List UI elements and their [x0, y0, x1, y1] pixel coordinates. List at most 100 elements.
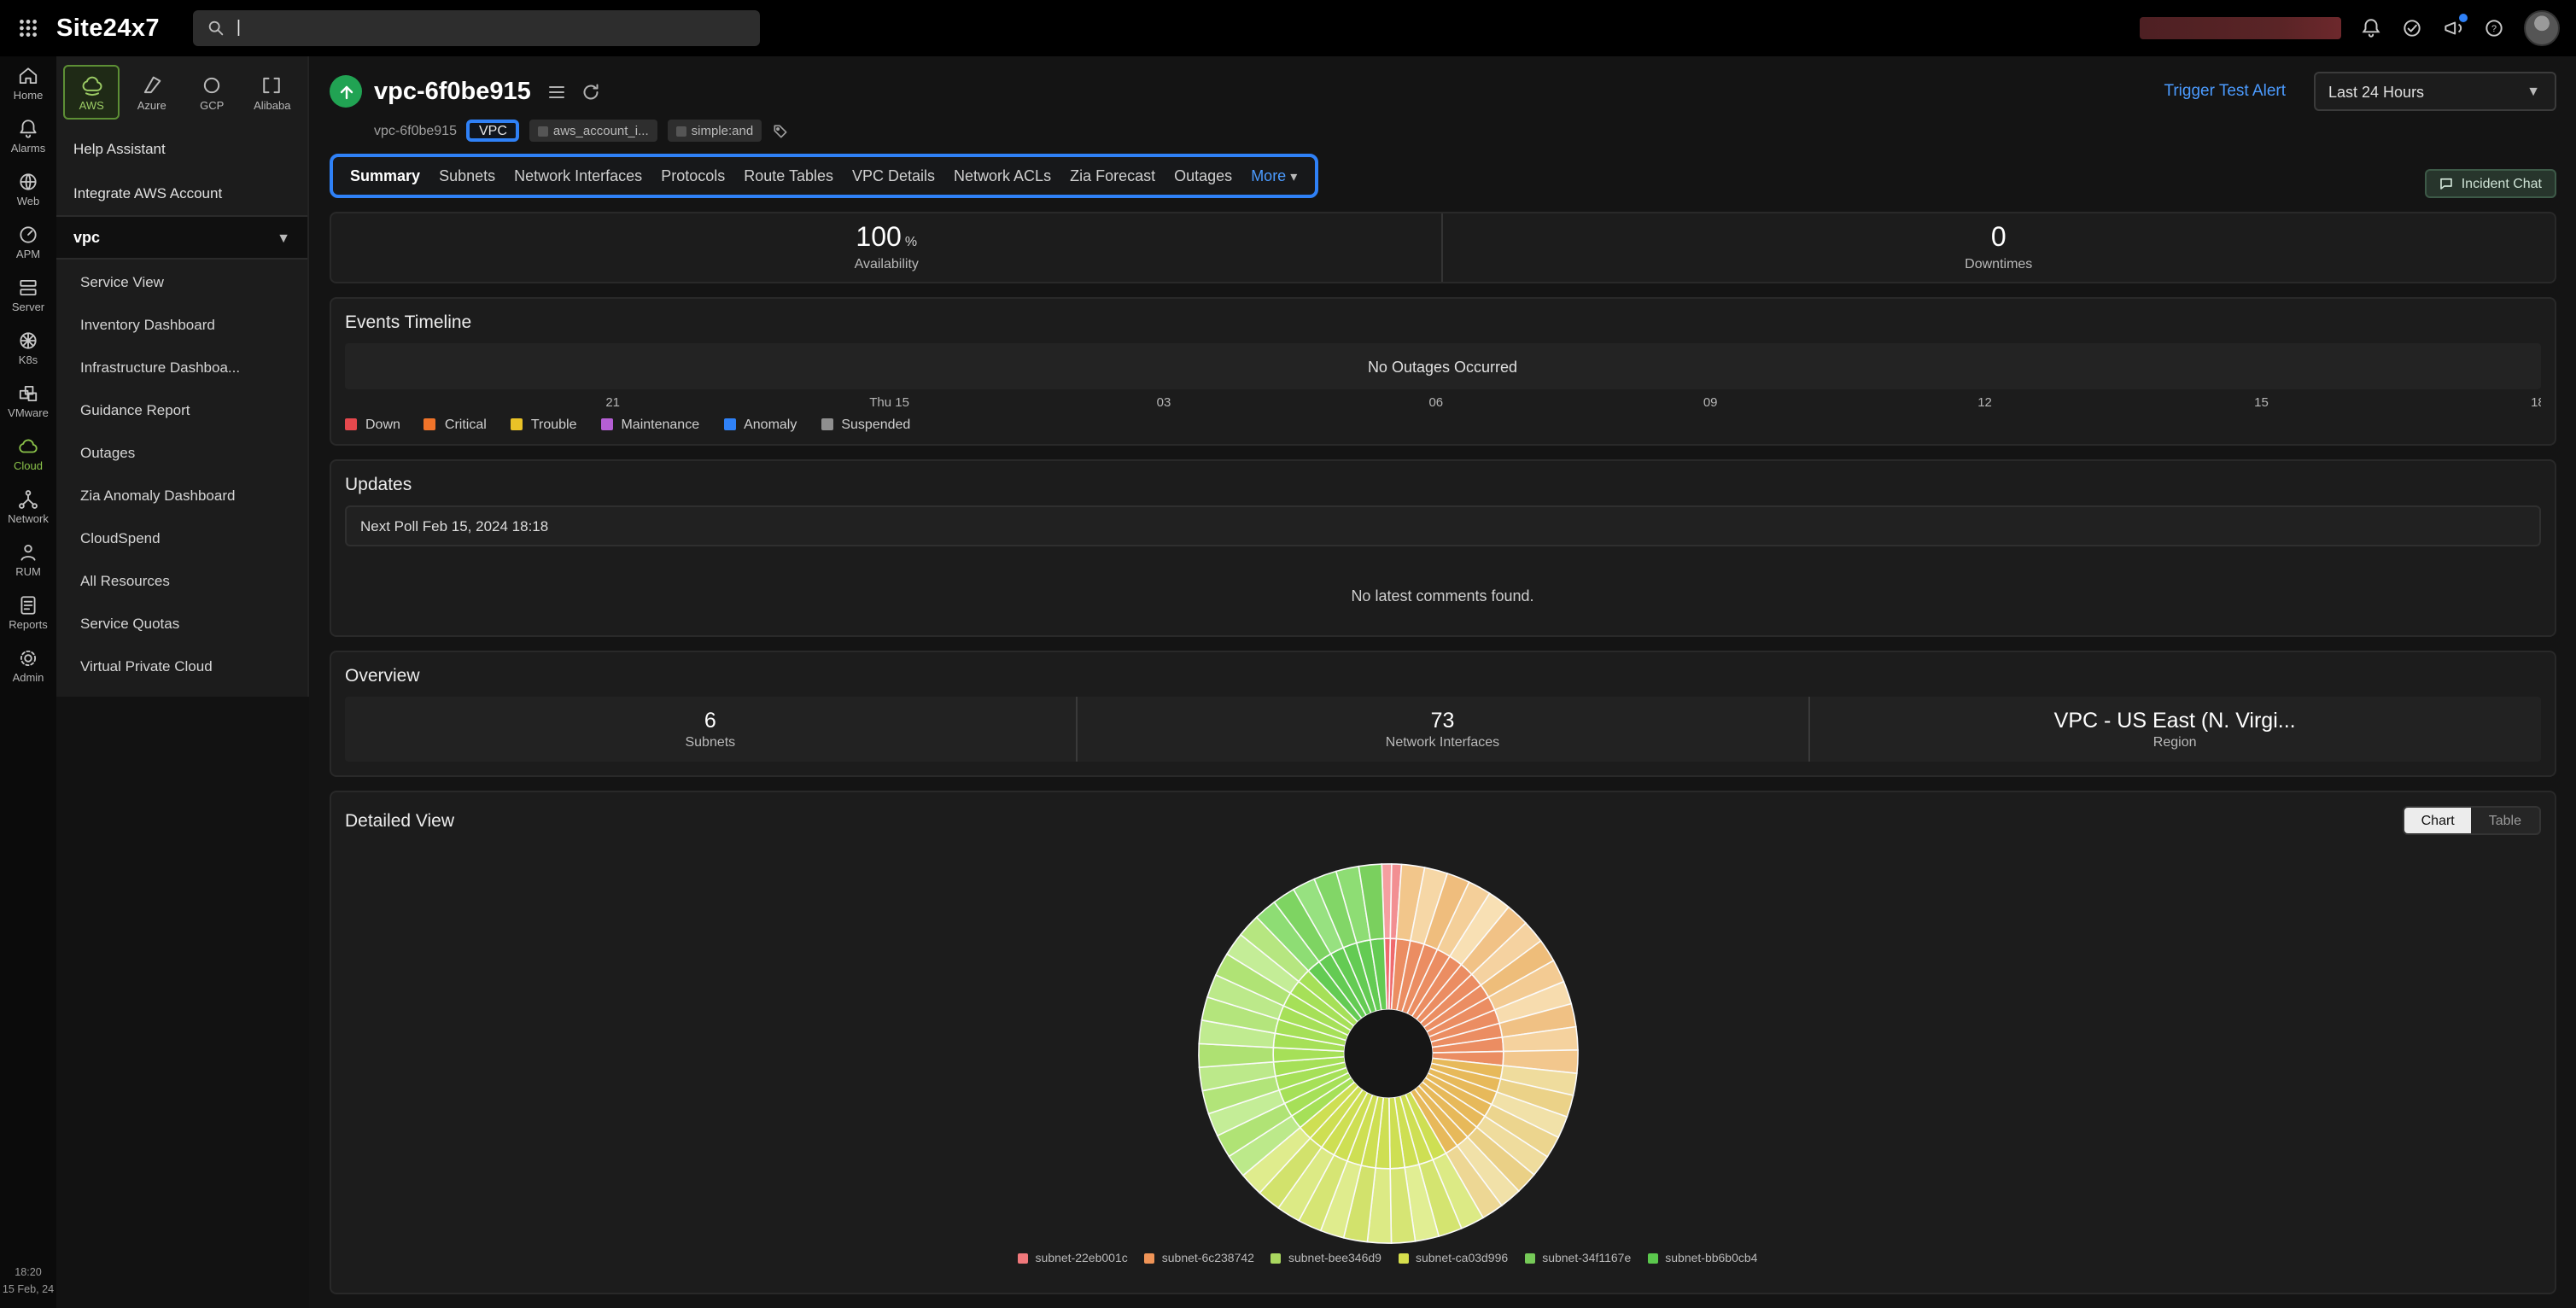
tag-chip[interactable]: aws_account_i... — [529, 120, 657, 142]
section-title: Overview — [345, 666, 420, 686]
toggle-table[interactable]: Table — [2472, 808, 2538, 833]
sunburst-chart[interactable] — [1192, 856, 1585, 1249]
sidebar-item[interactable]: Service View — [56, 260, 307, 302]
tag-chip[interactable]: simple:and — [667, 120, 762, 142]
rail-item-cloud[interactable]: Cloud — [0, 427, 56, 480]
sidebar-item[interactable]: Inventory Dashboard — [56, 302, 307, 345]
tab-network-acls[interactable]: Network ACLs — [954, 167, 1051, 184]
rail-item-alarms[interactable]: Alarms — [0, 109, 56, 162]
announcements-icon[interactable] — [2441, 14, 2467, 39]
legend-item: subnet-34f1167e — [1525, 1253, 1631, 1264]
rail-item-home[interactable]: Home — [0, 56, 56, 109]
rail-item-label: Alarms — [10, 143, 46, 155]
rail-item-network[interactable]: Network — [0, 480, 56, 533]
availability-unit: % — [904, 234, 918, 249]
sidebar-link[interactable]: Help Assistant — [56, 126, 307, 171]
sidebar-item[interactable]: Infrastructure Dashboa... — [56, 345, 307, 388]
sidebar-item[interactable]: Service Quotas — [56, 601, 307, 644]
rail-item-server[interactable]: Server — [0, 268, 56, 321]
axis-tick-label: Thu 15 — [869, 394, 909, 410]
events-timeline-card: Events Timeline No Outages Occurred 21 Th… — [330, 297, 2556, 446]
person-icon — [17, 541, 39, 563]
cloud-icon — [17, 435, 39, 458]
rail-clock: 18:20 15 Feb, 24 — [0, 1265, 56, 1298]
axis-tick-label: 06 — [1428, 394, 1444, 410]
tab-protocols[interactable]: Protocols — [661, 167, 725, 184]
monitor-type-chip[interactable]: VPC — [466, 120, 519, 142]
availability-value: 100 — [856, 224, 902, 253]
tab-vpc-details[interactable]: VPC Details — [852, 167, 935, 184]
globe-icon — [17, 171, 39, 193]
provider-tab-alibaba[interactable]: Alibaba — [244, 65, 301, 120]
breadcrumb[interactable]: vpc-6f0be915 — [374, 123, 457, 138]
toggle-chart[interactable]: Chart — [2404, 808, 2472, 833]
sidebar-item[interactable]: Outages — [56, 430, 307, 473]
tag-icon[interactable] — [772, 122, 789, 139]
legend-swatch — [723, 418, 736, 430]
refresh-icon[interactable] — [581, 81, 601, 102]
rail-item-label: Cloud — [14, 461, 43, 473]
overview-card: Overview 6 Subnets 73 Network Interfaces VPC… — [330, 651, 2556, 777]
global-search-input[interactable]: | — [193, 10, 761, 46]
tab-summary[interactable]: Summary — [350, 167, 420, 184]
sidebar-item[interactable]: CloudSpend — [56, 516, 307, 558]
rail-item-label: APM — [15, 249, 41, 261]
sidebar-item[interactable]: Virtual Private Cloud — [56, 644, 307, 686]
health-status-icon[interactable] — [2400, 17, 2422, 39]
sidebar-link[interactable]: Integrate AWS Account — [56, 171, 307, 215]
legend-item: Critical — [423, 417, 487, 432]
rail-item-web[interactable]: Web — [0, 162, 56, 215]
main-content: vpc-6f0be915 Trigger Test Alert Last 24 … — [309, 56, 2576, 1308]
axis-tick-label: 18 — [2531, 394, 2540, 410]
legend-swatch — [1648, 1253, 1659, 1264]
sidebar-item[interactable]: All Resources — [56, 558, 307, 601]
rail-item-reports[interactable]: Reports — [0, 586, 56, 639]
tab-more[interactable]: More ▾ — [1251, 167, 1297, 184]
tab-zia-forecast[interactable]: Zia Forecast — [1070, 167, 1155, 184]
aws-icon — [79, 73, 103, 97]
help-icon[interactable]: ? — [2482, 17, 2504, 39]
legend-item: Maintenance — [600, 417, 699, 432]
tab-route-tables[interactable]: Route Tables — [744, 167, 833, 184]
tab-network-interfaces[interactable]: Network Interfaces — [514, 167, 642, 184]
hamburger-menu-icon[interactable] — [546, 81, 567, 102]
provider-tab-gcp[interactable]: GCP — [184, 65, 241, 120]
rail-item-k8s[interactable]: K8s — [0, 321, 56, 374]
legend-item: Suspended — [821, 417, 910, 432]
rail-item-rum[interactable]: RUM — [0, 533, 56, 586]
rail-item-label: VMware — [8, 408, 49, 420]
legend-swatch — [1398, 1253, 1409, 1264]
sidebar-item[interactable]: Zia Anomaly Dashboard — [56, 473, 307, 516]
no-comments-text: No latest comments found. — [1351, 587, 1534, 604]
section-title: Updates — [345, 475, 412, 495]
overview-label: Network Interfaces — [1385, 734, 1500, 750]
incident-chat-button[interactable]: Incident Chat — [2425, 169, 2556, 198]
overview-label: Subnets — [685, 734, 736, 750]
trigger-test-alert-link[interactable]: Trigger Test Alert — [2164, 82, 2286, 101]
chevron-down-icon: ▼ — [277, 230, 290, 245]
tab-outages[interactable]: Outages — [1174, 167, 1232, 184]
rail-item-label: RUM — [15, 567, 41, 579]
provider-tab-azure[interactable]: Azure — [124, 65, 181, 120]
monitor-selector-dropdown[interactable]: vpc ▼ — [56, 215, 307, 260]
timeline-band: No Outages Occurred — [345, 343, 2540, 389]
time-range-dropdown[interactable]: Last 24 Hours ▼ — [2313, 72, 2556, 111]
app-grid-icon[interactable] — [17, 17, 39, 39]
k8s-icon — [17, 330, 39, 352]
sidebar-item[interactable]: Guidance Report — [56, 388, 307, 430]
page-title: vpc-6f0be915 — [374, 78, 531, 105]
user-avatar[interactable] — [2523, 10, 2559, 46]
rail-item-admin[interactable]: Admin — [0, 639, 56, 692]
provider-tab-aws[interactable]: AWS — [63, 65, 120, 120]
sunburst-hole — [1343, 1008, 1433, 1097]
cloud-sidebar: AWS Azure GCP Alibaba Help Assistant Integra… — [56, 56, 309, 1308]
overview-stats: 6 Subnets 73 Network Interfaces VPC - US Eas… — [345, 697, 2540, 762]
notification-dot — [2458, 14, 2467, 22]
rail-item-label: Admin — [12, 673, 44, 685]
bell-icon[interactable] — [2359, 17, 2381, 39]
rail-item-apm[interactable]: APM — [0, 215, 56, 268]
rail-item-vmware[interactable]: VMware — [0, 374, 56, 427]
tab-bar: Summary Subnets Network Interfaces Protocol… — [330, 154, 1318, 198]
time-range-value: Last 24 Hours — [2328, 83, 2425, 100]
tab-subnets[interactable]: Subnets — [439, 167, 495, 184]
